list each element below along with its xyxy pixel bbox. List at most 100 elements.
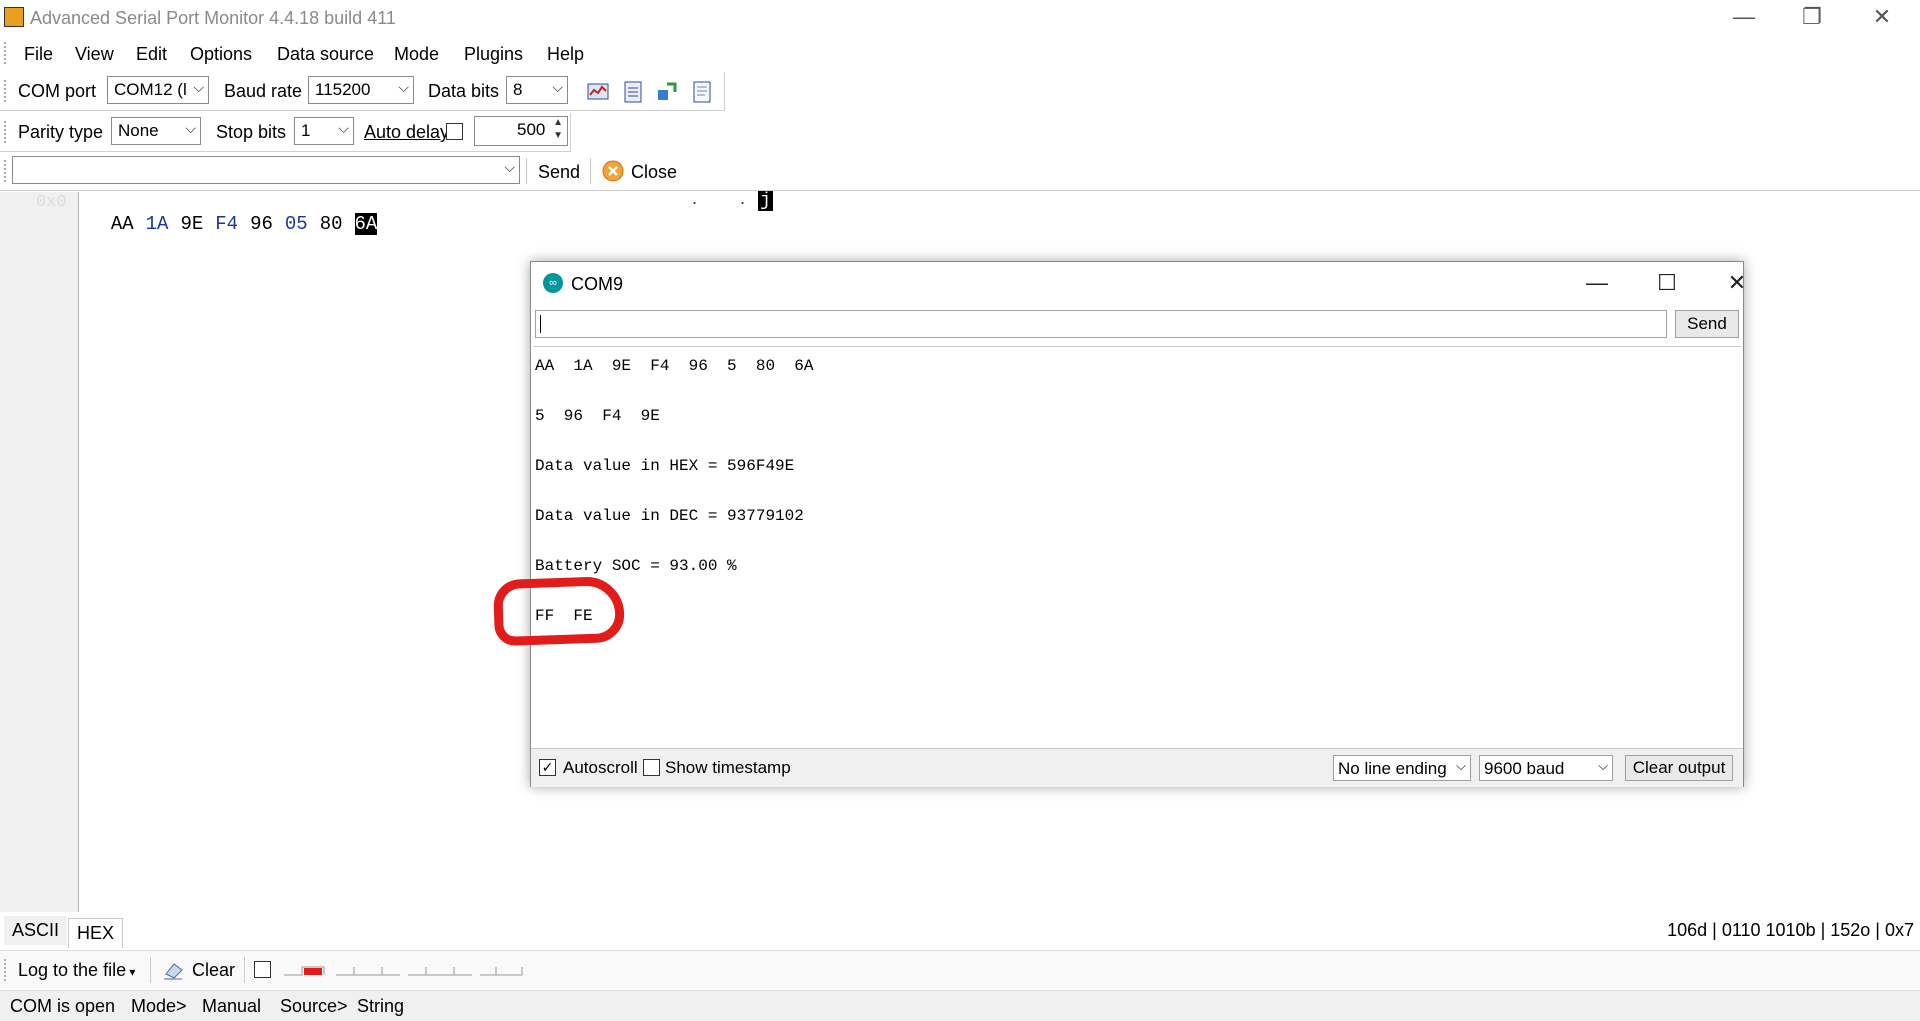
connect-plugin-icon[interactable] [655, 80, 679, 104]
separator [526, 158, 527, 184]
hex-byte[interactable]: 96 [250, 213, 273, 235]
parity-type-label: Parity type [18, 122, 104, 142]
status-mode-value: Manual [202, 996, 262, 1016]
show-timestamp-checkbox[interactable] [643, 759, 660, 776]
separator [244, 957, 245, 983]
dropdown-arrow-icon: ▾ [126, 965, 136, 979]
spin-up-icon[interactable]: ▲ [553, 117, 563, 128]
output-line: Data value in HEX = 596F49E [535, 457, 795, 475]
show-timestamp-label: Show timestamp [665, 758, 791, 777]
com-port-value: COM12 (l [114, 80, 187, 99]
log-to-file-label: Log to the file [18, 960, 127, 980]
menu-edit[interactable]: Edit [136, 44, 167, 65]
close-port-icon[interactable] [601, 159, 625, 183]
menu-bar: File View Edit Options Data source Mode … [0, 38, 1920, 70]
data-bits-label: Data bits [428, 81, 500, 101]
minimize-button[interactable]: — [1714, 0, 1774, 36]
com-port-select[interactable]: COM12 (l ⌵ [107, 76, 209, 104]
menu-options[interactable]: Options [190, 44, 252, 65]
address-label: 0x0 [36, 193, 67, 212]
com-port-label: COM port [18, 81, 97, 101]
parity-select[interactable]: None ⌵ [111, 117, 201, 145]
signal-lines-icon [284, 966, 523, 976]
clear-output-button[interactable]: Clear output [1625, 755, 1733, 781]
stop-bits-select[interactable]: 1 ⌵ [294, 117, 354, 145]
ascii-dot: . [740, 188, 746, 208]
tab-ascii[interactable]: ASCII [4, 916, 68, 945]
menu-mode[interactable]: Mode [394, 44, 439, 65]
com9-send-input[interactable] [535, 310, 1667, 338]
toolbar-grip [4, 121, 8, 143]
data-bits-select[interactable]: 8 ⌵ [506, 76, 568, 104]
hex-byte-selected[interactable]: 6A [354, 213, 378, 235]
hex-byte[interactable]: 05 [285, 213, 308, 235]
com9-close-button[interactable]: ✕ [1709, 266, 1765, 302]
com9-maximize-button[interactable]: ☐ [1639, 266, 1695, 302]
parity-value: None [118, 121, 159, 140]
baud-value: 9600 baud [1484, 759, 1565, 778]
stop-bits-label: Stop bits [216, 122, 287, 142]
parity-toolbar: Parity type None ⌵ Stop bits 1 ⌵ Auto de… [0, 113, 571, 152]
spin-down-icon[interactable]: ▼ [553, 130, 563, 141]
com9-bottom-bar: ✓ Autoscroll Show timestamp No line endi… [531, 748, 1743, 787]
ascii-selected-char[interactable]: j [758, 191, 773, 211]
address-gutter [0, 192, 79, 912]
send-data-input[interactable]: ⌵ [12, 156, 520, 184]
port-settings-icon[interactable] [586, 80, 610, 104]
selected-byte-info: 106d | 0110 1010b | 152o | 0x7 [1667, 920, 1914, 940]
autoscroll-checkbox[interactable]: ✓ [539, 759, 556, 776]
hex-byte[interactable]: 9E [180, 213, 203, 235]
toolbar-grip [4, 160, 8, 182]
restore-button[interactable]: ❐ [1782, 0, 1842, 36]
text-cursor [540, 315, 541, 333]
output-line: AA 1A 9E F4 96 5 80 6A [535, 357, 814, 375]
chevron-down-icon: ⌵ [1456, 758, 1466, 773]
chevron-down-icon: ⌵ [338, 120, 349, 136]
menu-data-source[interactable]: Data source [277, 44, 374, 65]
close-window-button[interactable]: ✕ [1852, 0, 1912, 36]
status-bar: COM is open Mode> Manual Source> String [0, 990, 1920, 1021]
com9-minimize-button[interactable]: — [1569, 266, 1625, 302]
line-ending-select[interactable]: No line ending ⌵ [1333, 755, 1471, 781]
auto-delay-label: Auto delay [364, 122, 450, 142]
baud-rate-select[interactable]: 115200 ⌵ [308, 76, 414, 104]
eraser-icon[interactable] [162, 960, 186, 980]
output-line: Battery SOC = 93.00 % [535, 557, 737, 575]
menu-view[interactable]: View [75, 44, 114, 65]
signal-checkbox[interactable] [254, 961, 271, 978]
chevron-down-icon: ⌵ [398, 79, 409, 95]
log-toolbar: Log to the file ▾ Clear [0, 950, 1920, 989]
auto-delay-checkbox[interactable] [446, 123, 463, 140]
baud-rate-label: Baud rate [224, 81, 303, 101]
separator [590, 158, 591, 184]
port-toolbar: COM port COM12 (l ⌵ Baud rate 115200 ⌵ D… [0, 72, 725, 111]
status-source-value: String [357, 996, 405, 1016]
menu-plugins[interactable]: Plugins [464, 44, 523, 65]
arduino-logo-icon: ∞ [543, 273, 563, 293]
menu-grip [4, 42, 8, 64]
hex-data-line[interactable]: AA 1A 9E F4 96 05 80 6A [88, 191, 389, 235]
title-bar: Advanced Serial Port Monitor 4.4.18 buil… [0, 0, 1920, 36]
com9-send-button[interactable]: Send [1675, 310, 1739, 338]
chevron-down-icon: ⌵ [185, 120, 196, 136]
log-to-file-button[interactable]: Log to the file ▾ [18, 960, 135, 981]
clear-button[interactable]: Clear [192, 960, 235, 981]
menu-help[interactable]: Help [547, 44, 584, 65]
status-port-state: COM is open [10, 996, 116, 1016]
delay-value: 500 [517, 120, 546, 139]
close-port-button[interactable]: Close [631, 162, 677, 183]
com9-output-area[interactable]: AA 1A 9E F4 96 5 80 6A 5 96 F4 9E Data v… [533, 346, 1741, 747]
send-button[interactable]: Send [538, 162, 580, 183]
tab-hex[interactable]: HEX [68, 918, 124, 948]
notepad-icon[interactable] [690, 80, 714, 104]
chevron-down-icon: ⌵ [504, 159, 515, 175]
document-list-icon[interactable] [621, 80, 645, 104]
menu-file[interactable]: File [24, 44, 53, 65]
hex-byte[interactable]: F4 [215, 213, 238, 235]
hex-byte[interactable]: AA [111, 213, 134, 235]
baud-select[interactable]: 9600 baud ⌵ [1479, 755, 1613, 781]
com9-serial-monitor-window: ∞ COM9 — ☐ ✕ Send AA 1A 9E F4 96 5 80 6A… [530, 261, 1746, 787]
hex-byte[interactable]: 1A [146, 213, 169, 235]
hex-byte[interactable]: 80 [320, 213, 343, 235]
delay-spinner[interactable]: 500 ▲ ▼ [474, 116, 568, 146]
